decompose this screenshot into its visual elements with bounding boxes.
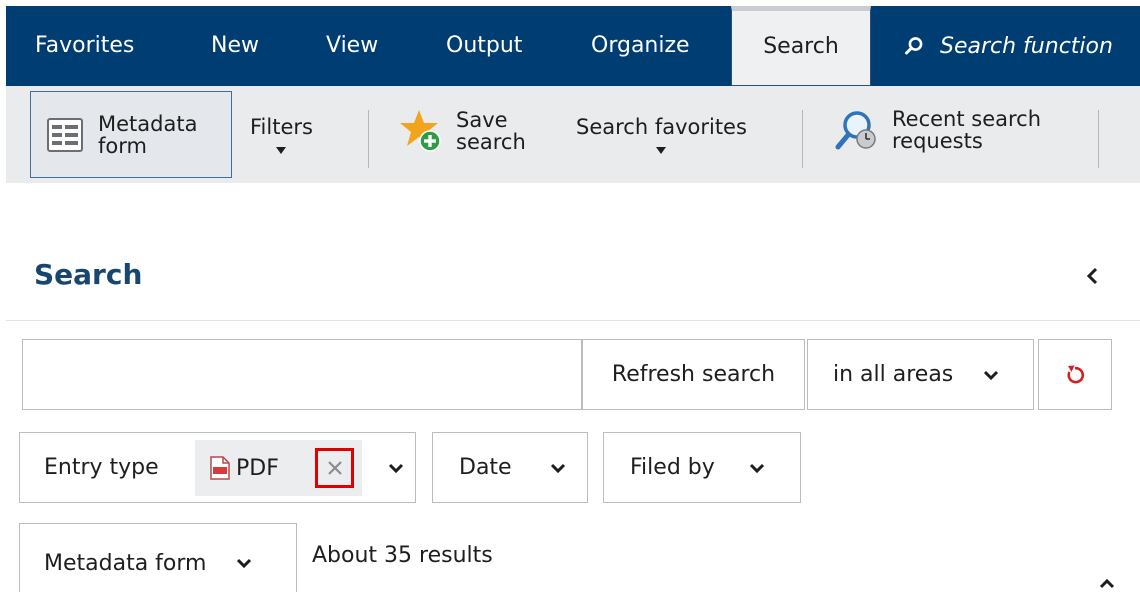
metadata-form-button[interactable]: Metadata form <box>30 91 232 178</box>
ribbon-separator <box>368 110 369 168</box>
menu-bar: Favorites New View Output Organize Searc… <box>6 6 1140 86</box>
caret-down-icon <box>276 147 287 154</box>
recent-searches-label-1: Recent search <box>892 107 1042 131</box>
reset-icon <box>1067 365 1084 383</box>
metadata-form-select[interactable]: Metadata form <box>19 523 297 592</box>
ribbon-toolbar: Metadata form Filters Save search Search… <box>6 86 1140 183</box>
recent-searches-label-2: requests <box>892 129 983 153</box>
search-scope-value: in all areas <box>833 362 954 387</box>
recent-searches-button[interactable]: Recent search requests <box>834 108 1041 152</box>
remove-chip-button[interactable] <box>315 448 354 488</box>
filed-by-filter-label: Filed by <box>630 455 715 480</box>
tab-output[interactable]: Output <box>446 6 522 86</box>
tab-view[interactable]: View <box>326 6 378 86</box>
filed-by-filter[interactable]: Filed by <box>603 432 801 503</box>
caret-down-icon <box>656 147 667 154</box>
refresh-search-label: Refresh search <box>611 362 776 387</box>
tab-organize[interactable]: Organize <box>591 6 690 86</box>
metadata-form-label-1: Metadata <box>98 111 198 136</box>
save-search-button[interactable]: Save search <box>400 108 526 154</box>
filters-button[interactable]: Filters <box>250 116 313 154</box>
chevron-down-icon <box>984 370 999 380</box>
panel-title: Search <box>34 258 143 291</box>
form-icon <box>47 117 83 152</box>
chevron-down-icon <box>749 463 764 473</box>
collapse-panel-button[interactable] <box>1086 266 1100 290</box>
ribbon-separator <box>802 110 803 168</box>
ribbon-separator <box>1098 110 1099 168</box>
reset-search-button[interactable] <box>1038 339 1112 410</box>
search-scope-select[interactable]: in all areas <box>807 339 1034 410</box>
chevron-left-icon <box>1086 267 1098 285</box>
entry-type-label: Entry type <box>44 455 159 480</box>
date-filter[interactable]: Date <box>432 432 588 503</box>
tab-favorites[interactable]: Favorites <box>35 6 134 86</box>
results-count: About 35 results <box>312 543 493 568</box>
refresh-search-button[interactable]: Refresh search <box>582 339 805 410</box>
date-filter-label: Date <box>459 455 512 480</box>
panel-divider <box>6 320 1140 321</box>
metadata-form-label-2: form <box>98 133 147 158</box>
filters-label: Filters <box>250 115 313 139</box>
expand-results-button[interactable] <box>1098 574 1116 592</box>
chevron-down-icon <box>388 463 404 474</box>
star-add-icon <box>400 110 441 152</box>
metadata-form-select-value: Metadata form <box>44 550 207 576</box>
chevron-up-icon <box>1099 578 1115 589</box>
search-query-input[interactable] <box>22 339 582 410</box>
chevron-down-icon <box>237 558 252 569</box>
search-function-field[interactable]: Search function <box>904 6 1113 86</box>
tab-new[interactable]: New <box>211 6 259 86</box>
search-history-icon <box>835 111 876 150</box>
search-function-placeholder: Search function <box>940 33 1113 59</box>
entry-type-chip-label: PDF <box>236 455 279 481</box>
search-favorites-button[interactable]: Search favorites <box>576 116 747 154</box>
close-icon <box>327 461 342 475</box>
search-favorites-label: Search favorites <box>576 115 747 139</box>
save-search-label-1: Save <box>456 108 508 132</box>
pdf-file-icon <box>210 456 230 480</box>
save-search-label-2: search <box>456 130 526 154</box>
search-icon <box>905 37 923 55</box>
tab-search[interactable]: Search <box>731 6 871 86</box>
entry-type-chip: PDF <box>195 440 362 496</box>
chevron-down-icon <box>550 463 565 473</box>
